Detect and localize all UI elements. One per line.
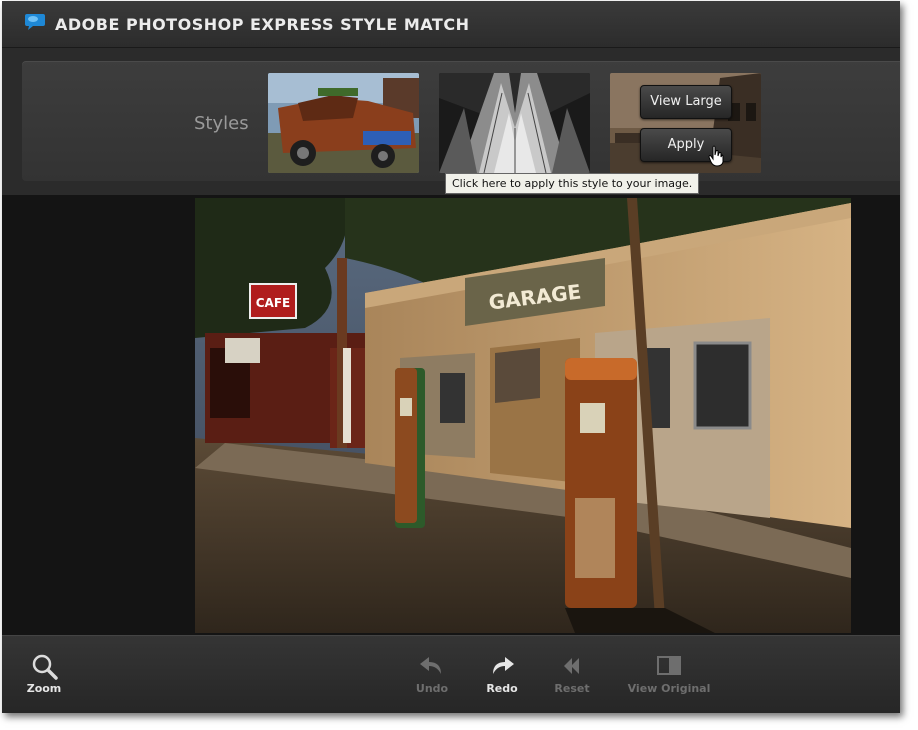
undo-arrow-icon: [420, 657, 441, 674]
split-view-icon: [657, 656, 681, 675]
redo-label: Redo: [486, 682, 518, 695]
view-original-button[interactable]: View Original: [624, 652, 714, 695]
title-bar: ADOBE PHOTOSHOP EXPRESS STYLE MATCH: [2, 1, 900, 48]
hand-cursor-icon: [708, 145, 724, 167]
zoom-label: Zoom: [26, 682, 62, 695]
app-title: ADOBE PHOTOSHOP EXPRESS STYLE MATCH: [55, 15, 470, 34]
apply-tooltip: Click here to apply this style to your i…: [445, 173, 700, 194]
speech-bubble-icon: [25, 14, 45, 30]
style-thumbnail-sepia[interactable]: View Large Apply: [610, 73, 761, 173]
redo-arrow-icon: [493, 657, 514, 674]
rewind-icon: [564, 658, 579, 674]
styles-panel: Styles View Large Apply: [22, 61, 900, 181]
magnifier-icon: [32, 654, 58, 680]
styles-label: Styles: [194, 113, 249, 134]
redo-button[interactable]: Redo: [482, 652, 522, 695]
bottom-toolbar: Zoom Undo Redo Reset View Original: [2, 635, 900, 713]
view-large-button[interactable]: View Large: [640, 85, 732, 119]
reset-label: Reset: [554, 682, 590, 695]
cafe-sign: CAFE: [256, 296, 291, 310]
style-thumbnail-truck[interactable]: [268, 73, 419, 173]
image-canvas: CAFE GARAGE: [2, 195, 900, 635]
main-photo[interactable]: CAFE GARAGE: [195, 198, 851, 633]
undo-label: Undo: [415, 682, 449, 695]
app-window: ADOBE PHOTOSHOP EXPRESS STYLE MATCH Styl…: [2, 1, 900, 713]
style-thumbnail-cathedral[interactable]: [439, 73, 590, 173]
view-original-label: View Original: [627, 682, 711, 695]
undo-button[interactable]: Undo: [412, 652, 452, 695]
reset-button[interactable]: Reset: [552, 652, 592, 695]
zoom-button[interactable]: Zoom: [24, 652, 64, 695]
